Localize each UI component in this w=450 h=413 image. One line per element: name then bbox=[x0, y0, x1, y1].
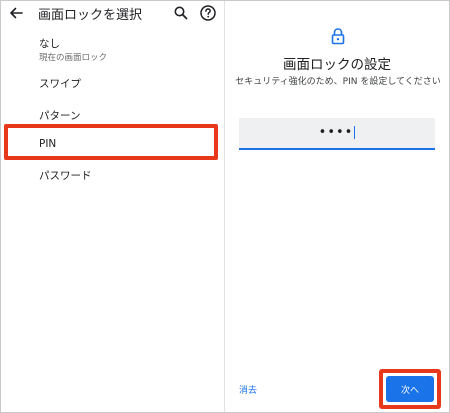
help-icon[interactable] bbox=[199, 4, 217, 22]
pin-option-highlight bbox=[4, 124, 218, 160]
lock-option-label: パスワード bbox=[39, 170, 92, 182]
search-icon[interactable] bbox=[173, 5, 189, 21]
app-bar: 画面ロックを選択 bbox=[1, 1, 224, 27]
lock-option-sublabel: 現在の画面ロック bbox=[39, 53, 108, 63]
lock-selection-panel: 画面ロックを選択 なし 現在の画面ロック スワイプ パターン PIN パスワード bbox=[1, 1, 224, 412]
lock-option-password[interactable]: パスワード bbox=[1, 163, 224, 189]
lock-option-label: パターン bbox=[39, 110, 81, 122]
lock-option-none[interactable]: なし 現在の画面ロック bbox=[1, 31, 224, 65]
next-button-highlight: 次へ bbox=[379, 369, 441, 409]
lock-option-label: スワイプ bbox=[39, 78, 81, 90]
next-button[interactable]: 次へ bbox=[386, 376, 434, 402]
pin-setup-panel: 画面ロックの設定 セキュリティ強化のため、PIN を設定してください •••• … bbox=[225, 1, 449, 412]
lock-option-label: なし bbox=[39, 38, 60, 50]
pin-dots: •••• bbox=[318, 125, 354, 140]
back-arrow-icon[interactable] bbox=[6, 3, 26, 23]
text-caret bbox=[354, 126, 356, 139]
pin-input[interactable]: •••• bbox=[239, 118, 435, 150]
setup-description: セキュリティ強化のため、PIN を設定してください bbox=[235, 77, 441, 87]
page-title: 画面ロックを選択 bbox=[38, 8, 143, 23]
lock-icon bbox=[330, 27, 346, 45]
lock-option-swipe[interactable]: スワイプ bbox=[1, 71, 224, 97]
clear-button[interactable]: 消去 bbox=[239, 383, 257, 396]
setup-title: 画面ロックの設定 bbox=[283, 57, 391, 73]
pin-input-value: •••• bbox=[239, 125, 435, 140]
